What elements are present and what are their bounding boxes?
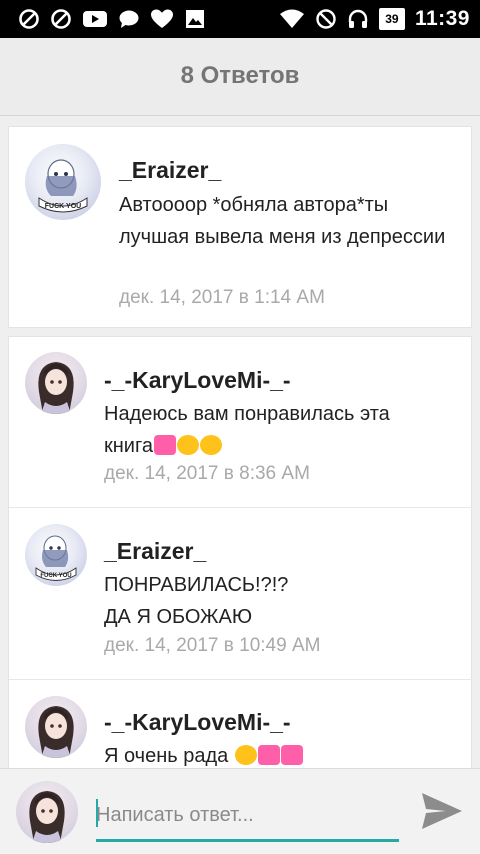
comment-item[interactable]: FUCK YOU _Eraizer_ Автоооор *обняла авто… (9, 127, 473, 329)
input-underline (96, 839, 399, 842)
send-button[interactable] (418, 787, 466, 835)
comment-timestamp: дек. 14, 2017 в 1:14 AM (119, 287, 325, 308)
sparkling-heart-emoji (280, 745, 303, 765)
reply-item[interactable]: FUCK YOU _Eraizer_ ПОНРАВИЛАСЬ!?!? ДА Я … (9, 508, 473, 679)
text-cursor (96, 799, 98, 827)
replies-card: -_-KaryLoveMi-_- Надеюсь вам понравилась… (8, 336, 473, 777)
heart-eyes-emoji (176, 435, 199, 455)
reply-author[interactable]: _Eraizer_ (104, 538, 206, 565)
avatar[interactable]: FUCK YOU (25, 524, 87, 586)
avatar-caption: FUCK YOU (40, 573, 71, 579)
sparkling-heart-emoji (153, 435, 176, 455)
blocked-icon (50, 8, 72, 30)
page-header: 8 Ответов (0, 38, 480, 116)
do-not-disturb-icon (315, 8, 337, 30)
reply-composer (0, 768, 480, 854)
avatar[interactable] (25, 352, 87, 414)
wifi-icon (279, 8, 305, 30)
comment-text: Автоооор *обняла автора*ты лучшая вывела… (119, 194, 446, 248)
sparkling-heart-emoji (257, 745, 280, 765)
original-comment-card: FUCK YOU _Eraizer_ Автоооор *обняла авто… (8, 126, 472, 328)
reply-item[interactable]: -_-KaryLoveMi-_- Я очень рада (9, 680, 473, 777)
reply-timestamp: дек. 14, 2017 в 10:49 AM (104, 635, 321, 656)
youtube-icon (82, 8, 108, 30)
reply-author[interactable]: -_-KaryLoveMi-_- (104, 709, 291, 736)
reply-text-content: Я очень рада (104, 745, 229, 767)
blocked-icon (18, 8, 40, 30)
status-bar-left (18, 6, 206, 32)
avatar[interactable] (25, 696, 87, 758)
comment-author[interactable]: _Eraizer_ (119, 157, 221, 184)
headphones-icon (347, 8, 369, 30)
kissing-heart-emoji (234, 745, 257, 765)
reply-text-content: Надеюсь вам понравилась эта книга (104, 403, 390, 457)
kissing-emoji (199, 435, 222, 455)
avatar-caption: FUCK YOU (45, 203, 81, 210)
reply-timestamp: дек. 14, 2017 в 8:36 AM (104, 463, 310, 484)
chat-bubble-icon (118, 8, 140, 30)
status-bar: 39 11:39 (0, 0, 480, 38)
reply-author[interactable]: -_-KaryLoveMi-_- (104, 367, 291, 394)
reply-text: Надеюсь вам понравилась эта книга (104, 398, 444, 462)
battery-level: 39 (378, 8, 405, 30)
reply-item[interactable]: -_-KaryLoveMi-_- Надеюсь вам понравилась… (9, 337, 473, 507)
gallery-icon (184, 8, 206, 30)
avatar[interactable]: FUCK YOU (25, 144, 101, 220)
reply-input[interactable] (96, 795, 398, 835)
current-user-avatar (16, 781, 78, 843)
heart-icon (150, 8, 174, 30)
clock: 11:39 (414, 7, 470, 30)
reply-text-line-2: ДА Я ОБОЖАЮ (104, 606, 253, 628)
status-bar-right: 39 11:39 (279, 6, 470, 32)
send-icon (422, 793, 462, 829)
page-title: 8 Ответов (180, 62, 300, 89)
reply-text-line-1: ПОНРАВИЛАСЬ!?!? (104, 574, 289, 596)
